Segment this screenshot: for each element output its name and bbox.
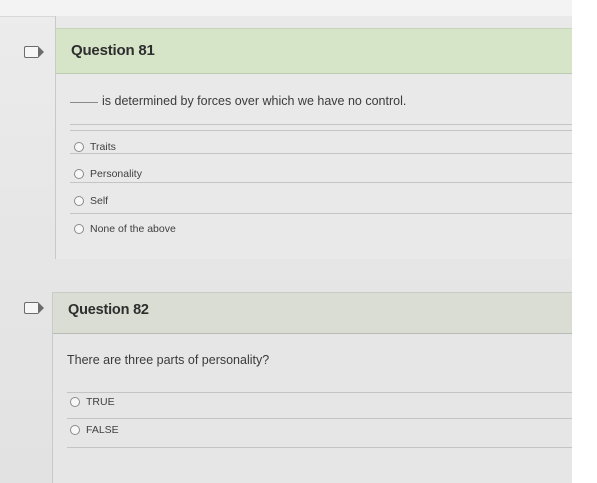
- option-label: None of the above: [90, 223, 176, 235]
- radio-button[interactable]: [74, 142, 84, 152]
- answer-option-traits[interactable]: Traits: [74, 141, 116, 153]
- option-label: Self: [90, 195, 109, 207]
- radio-button[interactable]: [74, 169, 84, 179]
- option-label: Traits: [90, 141, 116, 153]
- divider: [70, 130, 573, 131]
- option-label: FALSE: [86, 424, 119, 436]
- radio-button[interactable]: [70, 397, 80, 407]
- question-title: Question 81: [71, 42, 155, 59]
- answer-option-true[interactable]: TRUE: [70, 396, 115, 408]
- question-81-card: Question 81 is determined by forces over…: [55, 16, 573, 259]
- fill-in-blank: [70, 102, 98, 103]
- divider: [67, 418, 573, 419]
- option-label: Personality: [90, 168, 142, 180]
- answer-option-self[interactable]: Self: [74, 195, 108, 207]
- question-82-card: Question 82 There are three parts of per…: [52, 292, 573, 483]
- question-prompt: is determined by forces over which we ha…: [70, 94, 406, 108]
- answer-option-personality[interactable]: Personality: [74, 168, 142, 180]
- top-strip: [0, 0, 572, 17]
- option-label: TRUE: [86, 396, 115, 408]
- answer-option-false[interactable]: FALSE: [70, 424, 119, 436]
- quiz-page: Question 81 is determined by forces over…: [0, 0, 573, 483]
- divider: [70, 213, 573, 214]
- radio-button[interactable]: [74, 224, 84, 234]
- radio-button[interactable]: [74, 196, 84, 206]
- question-prompt-text: is determined by forces over which we ha…: [102, 94, 407, 108]
- divider: [70, 182, 573, 183]
- question-title: Question 82: [68, 302, 149, 318]
- question-prompt: There are three parts of personality?: [67, 353, 270, 367]
- divider: [67, 392, 573, 393]
- divider: [70, 153, 573, 154]
- divider: [70, 124, 573, 125]
- answer-option-none[interactable]: None of the above: [74, 223, 176, 235]
- flag-icon[interactable]: [24, 46, 44, 58]
- page-margin: [572, 0, 597, 483]
- flag-icon[interactable]: [24, 302, 44, 314]
- question-header: Question 81: [56, 28, 573, 74]
- divider: [67, 447, 573, 448]
- radio-button[interactable]: [70, 425, 80, 435]
- question-header: Question 82: [53, 292, 573, 334]
